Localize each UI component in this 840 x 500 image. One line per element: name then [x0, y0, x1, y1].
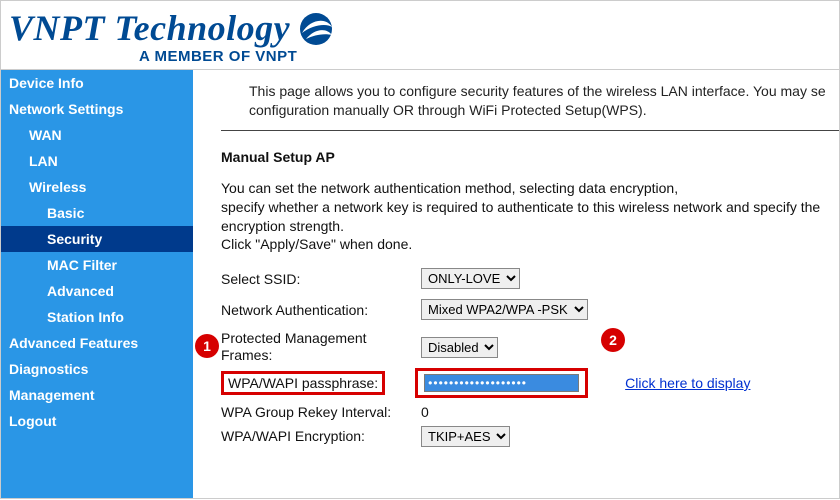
ssid-label: Select SSID:	[221, 271, 421, 287]
content-pane: This page allows you to configure securi…	[193, 70, 839, 498]
passphrase-input-highlight	[415, 368, 588, 398]
row-rekey: WPA Group Rekey Interval: 0	[221, 404, 839, 420]
passphrase-label-highlight: WPA/WAPI passphrase:	[221, 371, 385, 395]
pmf-select[interactable]: Disabled	[421, 337, 498, 358]
encryption-select[interactable]: TKIP+AES	[421, 426, 510, 447]
section-title: Manual Setup AP	[221, 149, 839, 165]
vnpt-logo-icon	[296, 9, 336, 52]
auth-select[interactable]: Mixed WPA2/WPA -PSK	[421, 299, 588, 320]
sidebar-item-mac-filter[interactable]: MAC Filter	[1, 252, 193, 278]
display-passphrase-link[interactable]: Click here to display	[625, 375, 750, 391]
rekey-label: WPA Group Rekey Interval:	[221, 404, 421, 420]
logo-row: VNPT Technology	[9, 7, 831, 52]
tagline-text: A MEMBER OF VNPT	[139, 48, 831, 69]
intro-text: This page allows you to configure securi…	[221, 82, 839, 120]
sidebar-item-station-info[interactable]: Station Info	[1, 304, 193, 330]
divider	[221, 130, 839, 131]
annotation-marker-2: 2	[601, 328, 625, 352]
manual-setup-description: You can set the network authentication m…	[221, 179, 839, 255]
auth-label: Network Authentication:	[221, 302, 421, 318]
row-network-auth: Network Authentication: Mixed WPA2/WPA -…	[221, 299, 839, 320]
sidebar-item-advanced[interactable]: Advanced	[1, 278, 193, 304]
sidebar-item-logout[interactable]: Logout	[1, 408, 193, 434]
row-pmf: 1 Protected Management Frames: Disabled …	[221, 330, 839, 364]
sidebar-item-diagnostics[interactable]: Diagnostics	[1, 356, 193, 382]
brand-text: VNPT Technology	[9, 7, 290, 49]
passphrase-label: WPA/WAPI passphrase:	[228, 375, 378, 391]
annotation-marker-1: 1	[195, 334, 219, 358]
passphrase-input[interactable]	[424, 374, 579, 392]
sidebar-item-security[interactable]: Security	[1, 226, 193, 252]
pmf-label: Protected Management Frames:	[221, 330, 421, 364]
ssid-select[interactable]: ONLY-LOVE	[421, 268, 520, 289]
row-passphrase: WPA/WAPI passphrase: Click here to displ…	[221, 368, 839, 398]
sidebar-item-management[interactable]: Management	[1, 382, 193, 408]
sidebar-nav: Device InfoNetwork SettingsWANLANWireles…	[1, 70, 193, 498]
sidebar-item-network-settings[interactable]: Network Settings	[1, 96, 193, 122]
sidebar-item-basic[interactable]: Basic	[1, 200, 193, 226]
encryption-label: WPA/WAPI Encryption:	[221, 428, 421, 444]
sidebar-item-advanced-features[interactable]: Advanced Features	[1, 330, 193, 356]
page-header: VNPT Technology A MEMBER OF VNPT	[0, 0, 840, 69]
row-select-ssid: Select SSID: ONLY-LOVE	[221, 268, 839, 289]
main-layout: Device InfoNetwork SettingsWANLANWireles…	[0, 69, 840, 499]
sidebar-item-wireless[interactable]: Wireless	[1, 174, 193, 200]
intro-line1: This page allows you to configure securi…	[249, 83, 826, 99]
rekey-value: 0	[421, 404, 621, 420]
sidebar-item-device-info[interactable]: Device Info	[1, 70, 193, 96]
sidebar-item-wan[interactable]: WAN	[1, 122, 193, 148]
sidebar-item-lan[interactable]: LAN	[1, 148, 193, 174]
intro-line2: configuration manually OR through WiFi P…	[249, 102, 647, 118]
row-encryption: WPA/WAPI Encryption: TKIP+AES	[221, 426, 839, 447]
